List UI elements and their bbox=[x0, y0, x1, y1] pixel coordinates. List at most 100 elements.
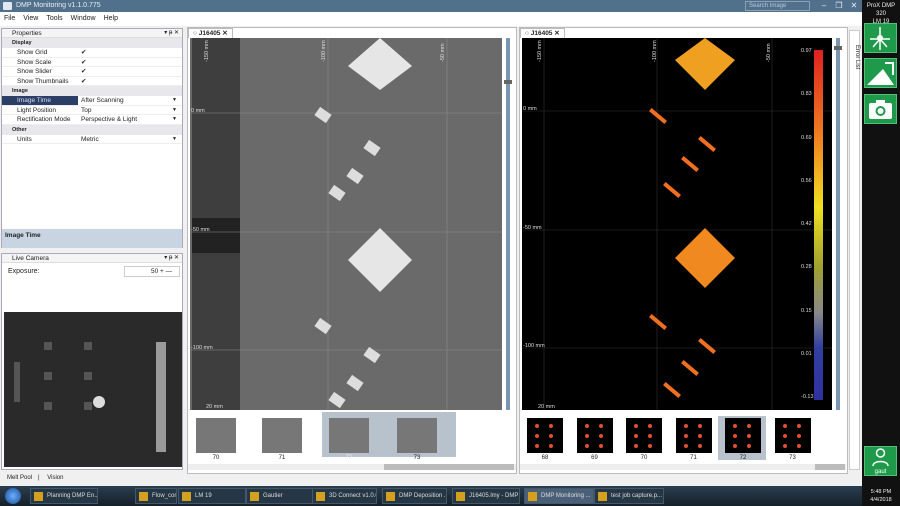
thumbnail-label: 71 bbox=[690, 455, 697, 461]
layer-slider[interactable] bbox=[504, 38, 512, 410]
taskbar-item[interactable]: DMP Deposition ... bbox=[382, 488, 447, 504]
x-axis-label: -150 mm bbox=[537, 40, 543, 62]
thumbnail[interactable] bbox=[576, 418, 613, 453]
decrease-button[interactable]: — bbox=[166, 268, 173, 275]
section-display[interactable]: Display bbox=[2, 38, 182, 48]
colorbar-tick-label: 0.15 bbox=[801, 307, 812, 314]
start-button[interactable] bbox=[5, 488, 21, 504]
section-image[interactable]: Image bbox=[2, 86, 182, 96]
window-title: DMP Monitoring v1.1.0.775 bbox=[16, 2, 101, 9]
tab-j16405-left[interactable]: ○ J16405 ✕ bbox=[188, 28, 233, 38]
thumbnail[interactable] bbox=[675, 418, 712, 453]
taskbar-item[interactable]: 3D Connect v1.0.0... bbox=[312, 488, 377, 504]
live-camera-panel: Live Camera ▾ ᵽ ✕ Exposure: 50 + — bbox=[1, 253, 183, 470]
left-image-viewer: ○ J16405 ✕ -150 mm -100 mm -50 mm 0 mm -… bbox=[187, 27, 517, 474]
bottom-tabs: Melt Pool | Vision bbox=[1, 473, 181, 484]
menu-file[interactable]: File bbox=[4, 12, 15, 26]
thumbnail[interactable] bbox=[626, 418, 662, 453]
thumbnail-label: 73 bbox=[413, 455, 421, 461]
thumbnail[interactable] bbox=[262, 418, 302, 453]
prop-label: Show Scale bbox=[17, 58, 52, 66]
exposure-label: Exposure: bbox=[8, 268, 40, 275]
taskbar-item[interactable]: test job capture.p... bbox=[594, 488, 664, 504]
units-select[interactable]: Metric ▼ bbox=[78, 135, 182, 144]
tab-j16405-right[interactable]: ○ J16405 ✕ bbox=[520, 28, 565, 38]
thumbnail[interactable] bbox=[725, 418, 761, 453]
menu-window[interactable]: Window bbox=[71, 12, 96, 26]
show-grid-checkbox[interactable]: ✔ bbox=[78, 48, 182, 57]
show-slider-checkbox[interactable]: ✔ bbox=[78, 67, 182, 76]
taskbar-item[interactable]: Flow_control-FA... bbox=[135, 488, 177, 504]
thumbnail-selected[interactable] bbox=[329, 418, 369, 453]
properties-header: Properties ▾ ᵽ ✕ bbox=[2, 29, 182, 38]
thumbnail-label: 70 bbox=[212, 455, 220, 461]
user-button[interactable]: gaut bbox=[864, 446, 897, 476]
colorbar bbox=[814, 50, 823, 400]
taskbar: Planning DMP En... Flow_control-FA...LM 1… bbox=[0, 486, 862, 506]
thumbnail[interactable] bbox=[774, 418, 811, 453]
colorbar-tick-label: -0.13 bbox=[801, 394, 814, 400]
right-image-viewer: ○ J16405 ✕ -150 mm -100 mm -50 mm 0 mm -… bbox=[519, 27, 848, 474]
machine-sidebar: ProX DMP 320 LM 19 gaut 5:48 PM 4/4/2018 bbox=[862, 0, 900, 506]
y-axis-label: -50 mm bbox=[523, 225, 542, 231]
taskbar-item[interactable]: DMP Monitoring ... bbox=[524, 488, 594, 504]
panel-controls[interactable]: ▾ ᵽ ✕ bbox=[164, 254, 179, 263]
x-axis-label: -100 mm bbox=[652, 40, 658, 62]
exposure-stepper[interactable]: 50 + — bbox=[124, 266, 180, 277]
camera-button[interactable] bbox=[864, 94, 897, 124]
thumbnail-label: 71 bbox=[278, 455, 286, 461]
image-time-select[interactable]: After Scanning ▼ bbox=[78, 96, 182, 105]
error-list-tab[interactable]: Error List bbox=[849, 30, 860, 470]
taskbar-item[interactable]: Planning DMP En... bbox=[30, 488, 98, 504]
thumbnail[interactable] bbox=[527, 418, 563, 453]
scale-bar-label: 20 mm bbox=[206, 404, 223, 410]
colorbar-tick-label: 0.56 bbox=[801, 177, 812, 184]
x-axis-label: -100 mm bbox=[321, 40, 327, 62]
x-axis-label: -50 mm bbox=[440, 43, 446, 62]
properties-panel: Properties ▾ ᵽ ✕ Display Show Grid ✔ Show … bbox=[1, 28, 183, 248]
show-scale-checkbox[interactable]: ✔ bbox=[78, 58, 182, 67]
thumbnail[interactable] bbox=[397, 418, 437, 453]
tab-vision[interactable]: Vision bbox=[41, 475, 69, 481]
search-image-input[interactable]: Search Image bbox=[745, 1, 810, 11]
increase-button[interactable]: + bbox=[160, 268, 164, 275]
x-axis-label: -150 mm bbox=[204, 40, 210, 62]
menu-view[interactable]: View bbox=[23, 12, 38, 26]
menu-help[interactable]: Help bbox=[104, 12, 118, 26]
taskbar-item[interactable]: J16405.lmy - DMP ... bbox=[452, 488, 520, 504]
menu-bar: File View Tools Window Help bbox=[0, 12, 862, 26]
title-bar: DMP Monitoring v1.1.0.775 bbox=[0, 0, 862, 12]
light-position-select[interactable]: Top ▼ bbox=[78, 106, 182, 115]
section-other[interactable]: Other bbox=[2, 124, 182, 135]
colorbar-tick-label: 0.69 bbox=[801, 134, 812, 141]
tab-melt-pool[interactable]: Melt Pool bbox=[1, 475, 38, 481]
x-axis-label: -50 mm bbox=[766, 43, 772, 62]
show-thumbnails-checkbox[interactable]: ✔ bbox=[78, 77, 182, 86]
app-icon bbox=[3, 2, 12, 10]
thumbnail-label: 70 bbox=[640, 455, 648, 461]
taskbar-item[interactable]: Gautier bbox=[246, 488, 314, 504]
panel-title: Properties bbox=[12, 30, 42, 37]
powder-bed-icon bbox=[867, 62, 894, 85]
restore-button[interactable]: ❐ bbox=[832, 0, 846, 12]
taskbar-item[interactable]: LM 19 bbox=[178, 488, 246, 504]
colorbar-tick-label: 0.83 bbox=[801, 91, 812, 98]
thumbnail-label: 72 bbox=[345, 455, 353, 461]
clock[interactable]: 5:48 PM 4/4/2018 bbox=[862, 486, 900, 504]
layer-image-grayscale[interactable] bbox=[190, 38, 502, 410]
y-axis-label: -100 mm bbox=[191, 345, 213, 351]
recoater-button[interactable] bbox=[864, 58, 897, 88]
layer-image-heatmap[interactable] bbox=[522, 38, 832, 410]
thumbnail-scrollbar[interactable] bbox=[520, 464, 846, 470]
menu-tools[interactable]: Tools bbox=[46, 12, 62, 26]
minimize-button[interactable]: – bbox=[817, 0, 831, 12]
layer-slider[interactable] bbox=[834, 38, 842, 410]
rectification-mode-select[interactable]: Perspective & Light ▼ bbox=[78, 115, 182, 124]
close-button[interactable]: ✕ bbox=[847, 0, 861, 12]
thumbnail-scrollbar[interactable] bbox=[188, 464, 516, 470]
prop-label: Units bbox=[17, 135, 32, 143]
panel-controls[interactable]: ▾ ᵽ ✕ bbox=[164, 29, 179, 38]
user-name: gaut bbox=[874, 469, 887, 475]
thumbnail[interactable] bbox=[196, 418, 236, 453]
laser-button[interactable] bbox=[864, 23, 897, 53]
